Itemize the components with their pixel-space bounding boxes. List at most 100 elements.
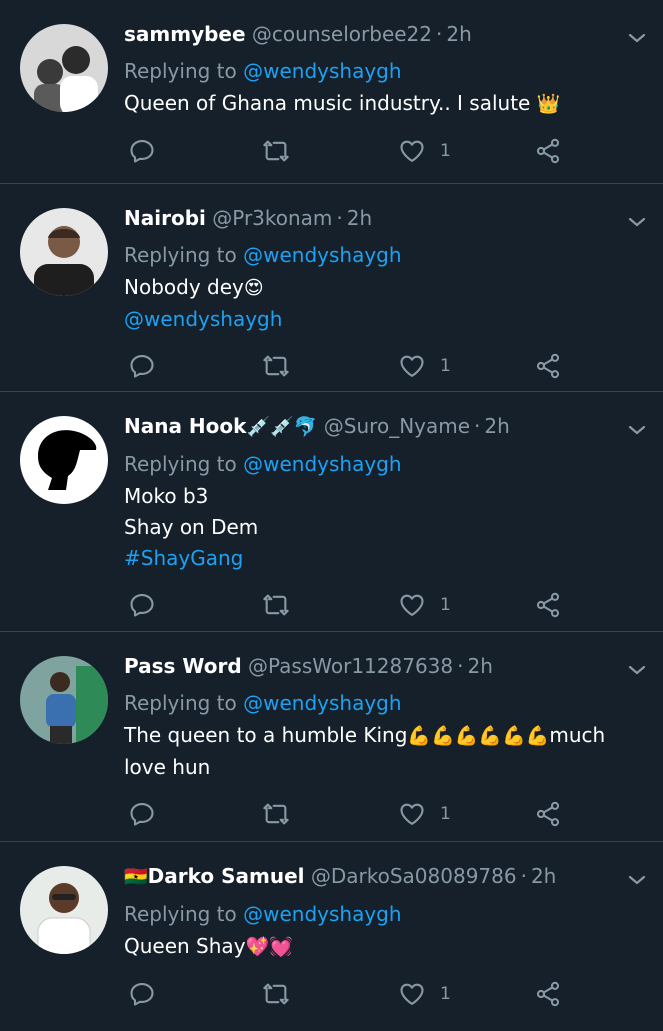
tweet-1[interactable]: sammybee @counselorbee22 · 2h Replying to … (0, 0, 663, 184)
user-handle[interactable]: @PassWor11287638 (248, 654, 453, 678)
user-handle[interactable]: @counselorbee22 (252, 22, 432, 46)
reply-icon (130, 803, 154, 826)
replying-to: Replying to @wendyshaygh (124, 54, 663, 88)
heart-icon (400, 355, 424, 377)
ghana-flag-emoji: 🇬🇭 (124, 866, 148, 888)
tweet-line: Moko b3 (124, 484, 209, 508)
tweet-line: Nobody dey (124, 275, 244, 299)
avatar[interactable] (20, 208, 108, 296)
tweet-header: sammybee @counselorbee22 · 2h (124, 14, 663, 54)
reply-icon (130, 355, 154, 378)
timestamp[interactable]: 2h (347, 206, 372, 230)
separator-dot: · (457, 654, 464, 678)
replying-label: Replying to (124, 243, 237, 267)
avatar[interactable] (20, 866, 108, 954)
tweet-header: 🇬🇭Darko Samuel @DarkoSa08089786 · 2h (124, 856, 663, 897)
retweet-button[interactable] (262, 590, 290, 620)
display-name[interactable]: Nairobi (124, 206, 206, 230)
retweet-button[interactable] (262, 979, 290, 1009)
chevron-down-icon[interactable] (625, 868, 649, 892)
tweet-5[interactable]: 🇬🇭Darko Samuel @DarkoSa08089786 · 2h Reply… (0, 842, 663, 1024)
retweet-icon (263, 983, 289, 1005)
reply-mention-link[interactable]: @wendyshaygh (243, 243, 401, 267)
tweet-header: Nairobi @Pr3konam · 2h (124, 198, 663, 238)
avatar[interactable] (20, 24, 108, 112)
retweet-button[interactable] (262, 799, 290, 829)
heart-icon (400, 140, 424, 162)
retweet-button[interactable] (262, 136, 290, 166)
like-button[interactable]: 1 (398, 590, 451, 620)
tweet-3[interactable]: Nana Hook💉💉🐬 @Suro_Nyame · 2h Replying to … (0, 392, 663, 632)
tweet-2[interactable]: Nairobi @Pr3konam · 2h Replying to @wendys… (0, 184, 663, 392)
crown-emoji: 👑 (536, 93, 561, 115)
retweet-button[interactable] (262, 351, 290, 381)
share-icon (536, 138, 560, 164)
reply-mention-link[interactable]: @wendyshaygh (243, 691, 401, 715)
reply-button[interactable] (128, 799, 156, 829)
display-name[interactable]: Nana Hook (124, 414, 246, 438)
tweet-line: The queen to a humble King (124, 723, 408, 747)
replying-to: Replying to @wendyshaygh (124, 447, 663, 481)
heart-eyes-emoji: 😍 (243, 277, 264, 299)
reply-feed: sammybee @counselorbee22 · 2h Replying to … (0, 0, 663, 1024)
reply-mention-link[interactable]: @wendyshaygh (243, 452, 401, 476)
reply-button[interactable] (128, 590, 156, 620)
user-handle[interactable]: @Pr3konam (212, 206, 332, 230)
share-icon (536, 981, 560, 1007)
like-button[interactable]: 1 (398, 979, 451, 1009)
display-name[interactable]: Pass Word (124, 654, 242, 678)
replying-label: Replying to (124, 691, 237, 715)
share-icon (536, 592, 560, 618)
action-bar: 1 (0, 963, 663, 1031)
like-count: 1 (440, 984, 451, 1004)
timestamp[interactable]: 2h (531, 864, 556, 888)
chevron-down-icon[interactable] (625, 210, 649, 234)
display-name[interactable]: sammybee (124, 22, 246, 46)
heart-icon (400, 594, 424, 616)
replying-label: Replying to (124, 452, 237, 476)
chevron-down-icon[interactable] (625, 418, 649, 442)
reply-button[interactable] (128, 351, 156, 381)
like-button[interactable]: 1 (398, 799, 451, 829)
reply-icon (130, 983, 154, 1006)
user-handle[interactable]: @DarkoSa08089786 (311, 864, 517, 888)
share-button[interactable] (534, 590, 562, 620)
share-icon (536, 801, 560, 827)
retweet-icon (263, 594, 289, 616)
reply-button[interactable] (128, 979, 156, 1009)
like-button[interactable]: 1 (398, 351, 451, 381)
separator-dot: · (520, 864, 527, 888)
mention-link[interactable]: @wendyshaygh (124, 304, 623, 335)
reply-icon (130, 140, 154, 163)
retweet-icon (263, 355, 289, 377)
share-button[interactable] (534, 979, 562, 1009)
share-button[interactable] (534, 136, 562, 166)
tweet-line: Queen of Ghana music industry.. I salute (124, 91, 531, 115)
timestamp[interactable]: 2h (484, 414, 509, 438)
replying-label: Replying to (124, 902, 237, 926)
tweet-4[interactable]: Pass Word @PassWor11287638 · 2h Replying t… (0, 632, 663, 842)
like-button[interactable]: 1 (398, 136, 451, 166)
tweet-text: Queen of Ghana music industry.. I salute… (124, 88, 663, 120)
avatar[interactable] (20, 416, 108, 504)
hashtag-link[interactable]: #ShayGang (124, 543, 623, 574)
timestamp[interactable]: 2h (468, 654, 493, 678)
tweet-text: Nobody dey😍 @wendyshaygh (124, 272, 663, 335)
chevron-down-icon[interactable] (625, 26, 649, 50)
share-button[interactable] (534, 799, 562, 829)
user-handle[interactable]: @Suro_Nyame (324, 414, 470, 438)
reply-mention-link[interactable]: @wendyshaygh (243, 902, 401, 926)
reply-button[interactable] (128, 136, 156, 166)
share-button[interactable] (534, 351, 562, 381)
timestamp[interactable]: 2h (446, 22, 471, 46)
like-count: 1 (440, 141, 451, 161)
avatar[interactable] (20, 656, 108, 744)
replying-to: Replying to @wendyshaygh (124, 238, 663, 272)
action-bar: 1 (0, 783, 663, 851)
chevron-down-icon[interactable] (625, 658, 649, 682)
reply-mention-link[interactable]: @wendyshaygh (243, 59, 401, 83)
reply-icon (130, 594, 154, 617)
retweet-icon (263, 140, 289, 162)
tweet-line: Queen Shay (124, 934, 246, 958)
display-name[interactable]: Darko Samuel (148, 864, 305, 888)
